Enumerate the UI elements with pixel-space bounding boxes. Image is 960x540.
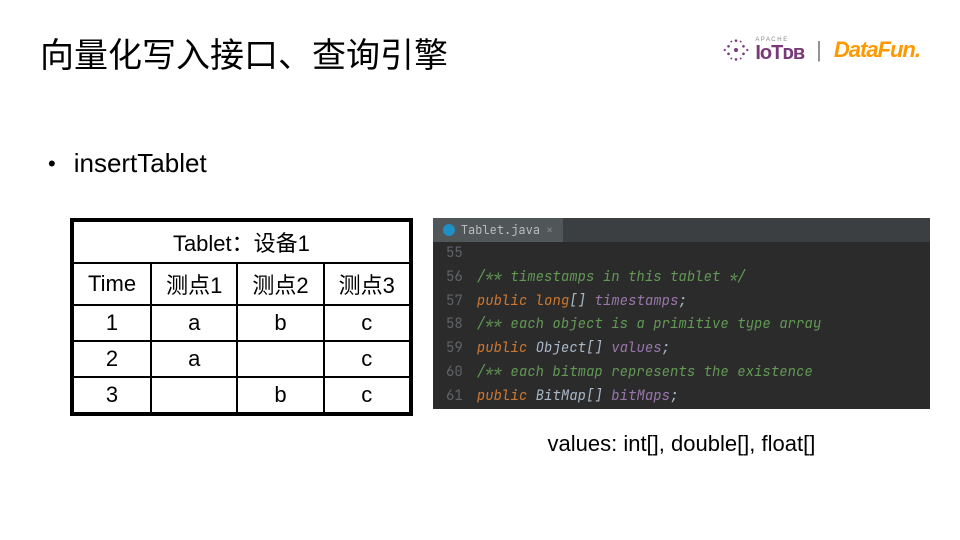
table-row: 1abc [73, 305, 410, 341]
java-file-icon [443, 224, 455, 236]
code-line: 58/** each object is a primitive type ar… [433, 313, 930, 337]
datafun-logo: DataFun. [834, 37, 920, 63]
code-line: 59public Object[] values; [433, 337, 930, 361]
table-row: 3bc [73, 377, 410, 413]
table-header: 测点2 [237, 263, 323, 305]
code-body: 55 56/** timestamps in this tablet */57p… [433, 242, 930, 409]
table-header: 测点3 [324, 263, 410, 305]
tab-filename: Tablet.java [461, 222, 540, 238]
code-line: 60/** each bitmap represents the existen… [433, 361, 930, 385]
slide-title: 向量化写入接口、查询引擎 [40, 28, 448, 77]
tablet-table: Tablet：设备1 Time 测点1 测点2 测点3 1abc 2ac 3bc [70, 218, 413, 416]
logo-block: A P A C H E IᴏTᴅʙ | DataFun. [721, 35, 920, 65]
editor-tab[interactable]: Tablet.java × [433, 218, 563, 242]
close-icon[interactable]: × [546, 222, 553, 238]
table-row: 2ac [73, 341, 410, 377]
iotdb-logo: A P A C H E IᴏTᴅʙ [721, 35, 804, 65]
table-caption: Tablet：设备1 [73, 221, 410, 263]
table-header: Time [73, 263, 151, 305]
bullet-text: insertTablet [74, 148, 207, 179]
bullet-dot-icon: • [48, 153, 56, 175]
code-line: 57public long[] timestamps; [433, 290, 930, 314]
bullet-item: • insertTablet [48, 148, 207, 179]
code-editor: Tablet.java × 55 56/** timestamps in thi… [433, 218, 930, 409]
code-line: 61public BitMap[] bitMaps; [433, 385, 930, 409]
logo-separator: | [816, 37, 822, 63]
iotdb-icon [721, 35, 751, 65]
editor-tabbar: Tablet.java × [433, 218, 930, 242]
values-note: values: int[], double[], float[] [433, 431, 930, 457]
table-header: 测点1 [151, 263, 237, 305]
iotdb-text: IᴏTᴅʙ [755, 43, 804, 63]
code-line: 55 [433, 242, 930, 266]
code-line: 56/** timestamps in this tablet */ [433, 266, 930, 290]
